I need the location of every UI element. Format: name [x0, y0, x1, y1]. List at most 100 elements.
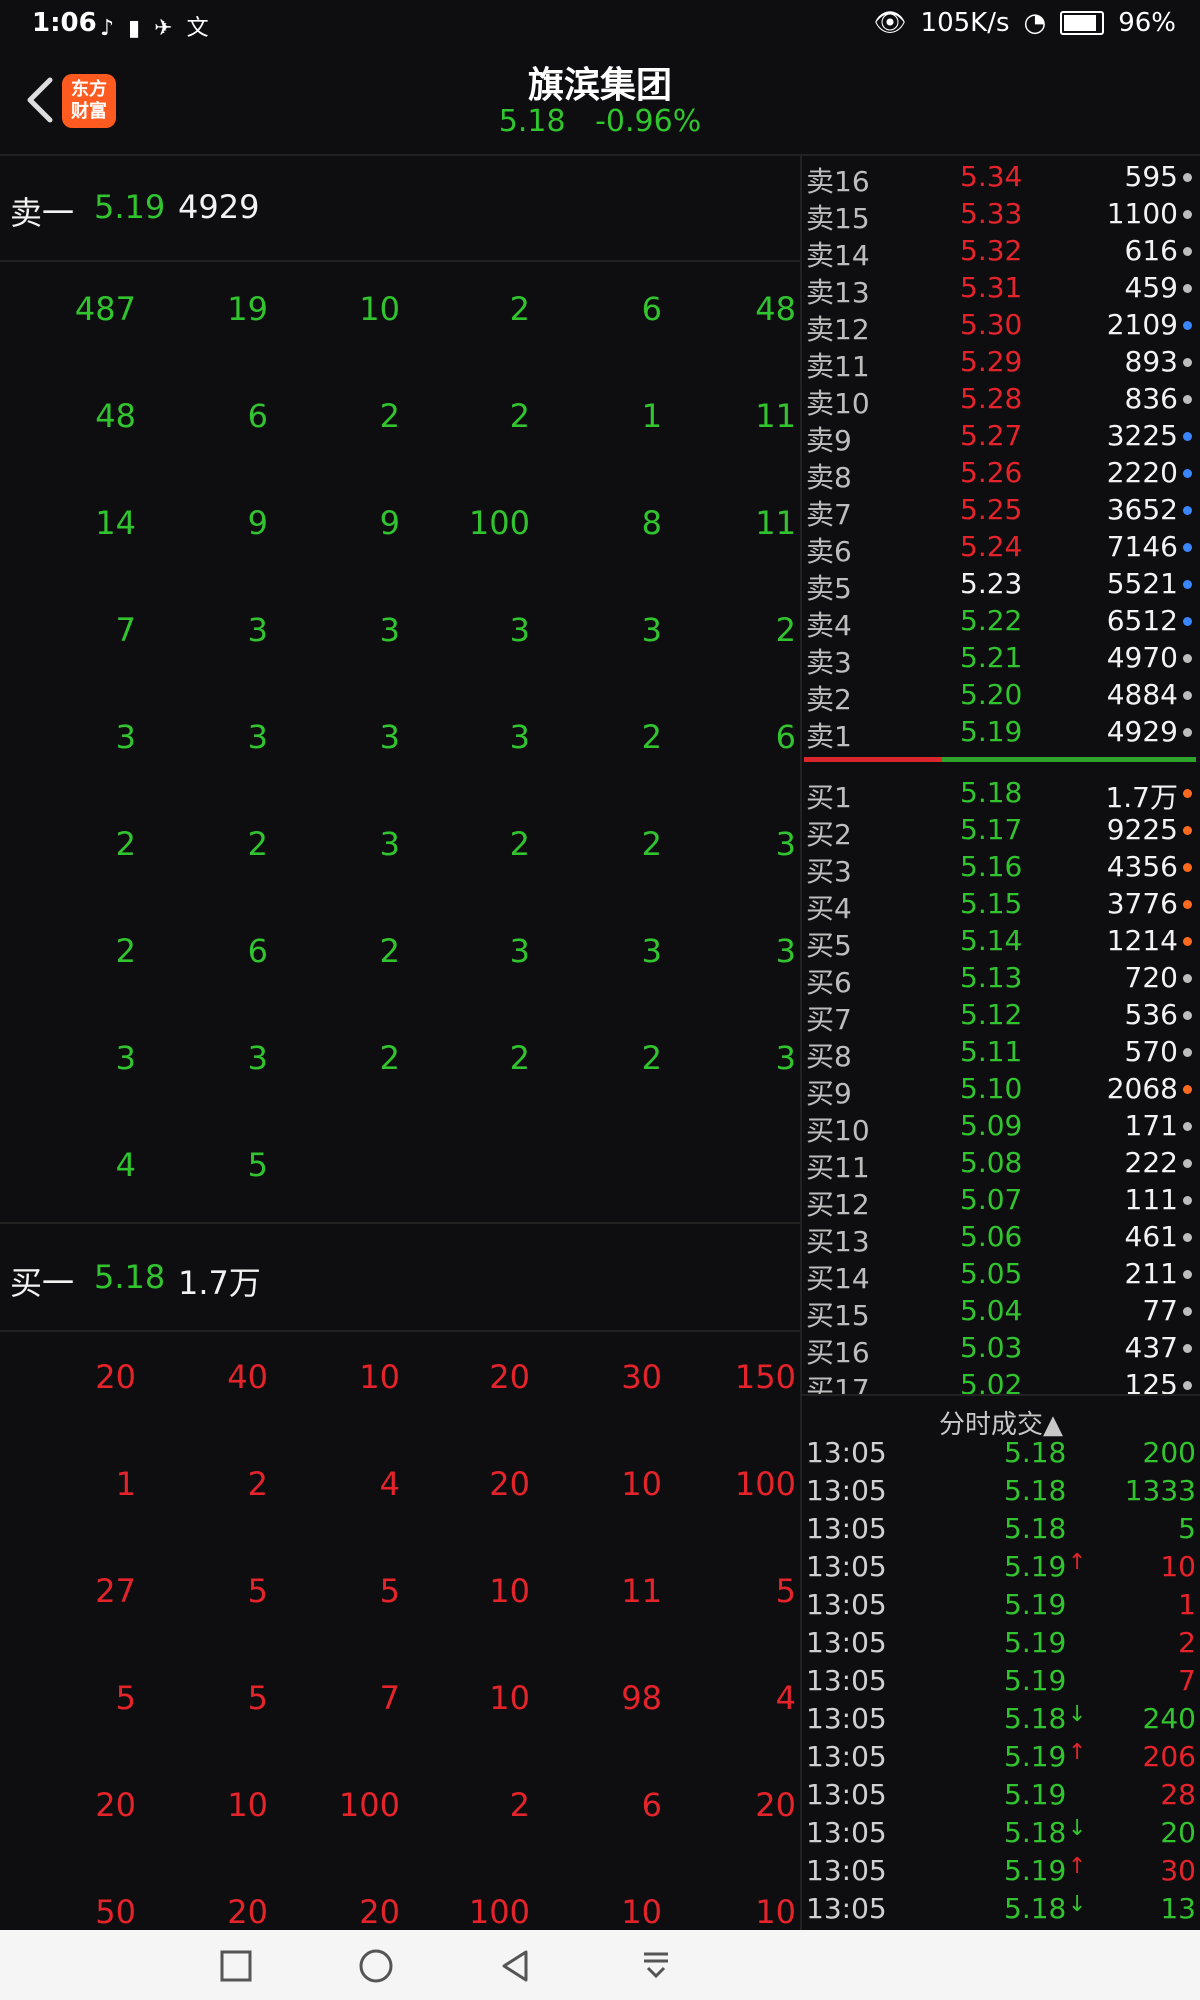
queue-cell: 20 [227, 1893, 268, 1930]
bid-row[interactable]: 买8 5.11 570 [802, 1033, 1200, 1073]
queue-cell: 10 [621, 1893, 662, 1930]
ask-row[interactable]: 卖9 5.27 3225 [802, 417, 1200, 457]
bid-row[interactable]: 买17 5.02 125 [802, 1366, 1200, 1396]
ask-row[interactable]: 卖14 5.32 616 [802, 232, 1200, 272]
bid-volume: 171 [1124, 1109, 1178, 1142]
bid-row[interactable]: 买11 5.08 222 [802, 1144, 1200, 1184]
bid-row[interactable]: 买14 5.05 211 [802, 1255, 1200, 1295]
queue-cell: 3 [509, 718, 530, 756]
ask-row[interactable]: 卖15 5.33 1100 [802, 195, 1200, 235]
bid-price: 5.13 [960, 961, 1023, 994]
trade-volume: 1333 [1124, 1474, 1196, 1507]
bid-row[interactable]: 买13 5.06 461 [802, 1218, 1200, 1258]
order-dot-icon [1183, 617, 1192, 626]
bid-row[interactable]: 买3 5.16 4356 [802, 848, 1200, 888]
bid-row[interactable]: 买7 5.12 536 [802, 996, 1200, 1036]
queue-cell: 20 [755, 1786, 796, 1824]
notification-pull-icon[interactable] [636, 1946, 676, 1986]
ask-row[interactable]: 卖12 5.30 2109 [802, 306, 1200, 346]
bid-row[interactable]: 买2 5.17 9225 [802, 811, 1200, 851]
trade-row: 13:05 5.19 2 [802, 1626, 1200, 1664]
trade-row: 13:05 5.19 ↑ 206 [802, 1740, 1200, 1778]
queue-cell: 4 [775, 1679, 796, 1717]
ask-row[interactable]: 卖2 5.20 4884 [802, 676, 1200, 716]
back-triangle-icon[interactable] [496, 1946, 536, 1986]
trade-direction-icon: ↑ [1068, 1854, 1087, 1879]
order-dot-icon [1183, 900, 1192, 909]
trade-price: 5.18 [1004, 1436, 1067, 1469]
order-dot-icon [1183, 974, 1192, 983]
bid-row[interactable]: 买9 5.10 2068 [802, 1070, 1200, 1110]
ask-row[interactable]: 卖16 5.34 595 [802, 158, 1200, 198]
trade-row: 13:05 5.19 ↑ 30 [802, 1854, 1200, 1892]
order-dot-icon [1183, 937, 1192, 946]
trade-time: 13:05 [806, 1474, 887, 1507]
ask-level-label: 卖12 [806, 313, 870, 346]
queue-cell: 2 [509, 1786, 530, 1824]
time-sales-panel[interactable]: 分时成交▲ 13:05 5.18 200 13:05 5.18 1333 13:05 5.18… [802, 1396, 1200, 1930]
ask-price: 5.23 [960, 567, 1023, 600]
queue-cell: 6 [247, 932, 268, 970]
home-circle-icon[interactable] [356, 1946, 396, 1986]
ask-row[interactable]: 卖8 5.26 2220 [802, 454, 1200, 494]
bid-price: 5.18 [960, 776, 1023, 809]
ask-volume: 3652 [1106, 493, 1178, 526]
queue-cell: 2 [115, 932, 136, 970]
ask-price: 5.34 [960, 160, 1023, 193]
bid-row[interactable]: 买15 5.04 77 [802, 1292, 1200, 1332]
bid-level-label: 买3 [806, 855, 852, 888]
buy-one-volume: 1.7万 [178, 1264, 261, 1302]
trade-volume: 2 [1178, 1626, 1196, 1659]
trade-direction-icon: ↑ [1068, 1550, 1087, 1575]
trade-volume: 206 [1142, 1740, 1196, 1773]
order-queue-panel[interactable]: 卖一 5.19 4929 487 19 10 2 6 48 48 6 2 2 1 11 14 9 9 100 8… [0, 154, 802, 1930]
trade-price: 5.18 [1004, 1512, 1067, 1545]
queue-cell: 2 [509, 825, 530, 863]
trade-volume: 28 [1160, 1778, 1196, 1811]
price-change: -0.96% [595, 104, 702, 139]
recents-square-icon[interactable] [216, 1946, 256, 1986]
queue-cell: 100 [468, 1893, 530, 1930]
bid-level-label: 买17 [806, 1373, 870, 1396]
ask-volume: 616 [1124, 234, 1178, 267]
bid-row[interactable]: 买4 5.15 3776 [802, 885, 1200, 925]
queue-cell: 48 [755, 290, 796, 328]
ask-row[interactable]: 卖11 5.29 893 [802, 343, 1200, 383]
ask-price: 5.25 [960, 493, 1023, 526]
bid-row[interactable]: 买16 5.03 437 [802, 1329, 1200, 1369]
queue-cell: 4 [115, 1146, 136, 1184]
bid-price: 5.11 [960, 1035, 1023, 1068]
bid-row[interactable]: 买5 5.14 1214 [802, 922, 1200, 962]
trade-volume: 240 [1142, 1702, 1196, 1735]
bid-row[interactable]: 买10 5.09 171 [802, 1107, 1200, 1147]
ask-row[interactable]: 卖7 5.25 3652 [802, 491, 1200, 531]
ask-level-label: 卖9 [806, 424, 852, 457]
ask-row[interactable]: 卖3 5.21 4970 [802, 639, 1200, 679]
queue-cell: 5 [379, 1572, 400, 1610]
status-time: 1:06 [32, 8, 97, 38]
bid-row[interactable]: 买6 5.13 720 [802, 959, 1200, 999]
bid-row[interactable]: 买1 5.18 1.7万 [802, 774, 1200, 814]
ask-row[interactable]: 卖4 5.22 6512 [802, 602, 1200, 642]
ask-volume: 1100 [1106, 197, 1178, 230]
queue-cell: 14 [95, 504, 136, 542]
ask-row[interactable]: 卖6 5.24 7146 [802, 528, 1200, 568]
order-dot-icon [1183, 863, 1192, 872]
bid-ask-ratio-bar [804, 757, 1196, 762]
trade-price: 5.19 [1004, 1626, 1067, 1659]
ask-row[interactable]: 卖1 5.19 4929 [802, 713, 1200, 753]
ask-row[interactable]: 卖10 5.28 836 [802, 380, 1200, 420]
queue-cell: 10 [489, 1572, 530, 1610]
ask-row[interactable]: 卖5 5.23 5521 [802, 565, 1200, 605]
ask-volume: 836 [1124, 382, 1178, 415]
queue-cell: 2 [641, 825, 662, 863]
ask-row[interactable]: 卖13 5.31 459 [802, 269, 1200, 309]
ask-price: 5.28 [960, 382, 1023, 415]
queue-cell: 2 [379, 397, 400, 435]
queue-cell: 6 [775, 718, 796, 756]
trade-row: 13:05 5.18 1333 [802, 1474, 1200, 1512]
bid-volume: 1214 [1106, 924, 1178, 957]
order-dot-icon [1183, 543, 1192, 552]
order-book[interactable]: 卖16 5.34 595 卖15 5.33 1100 卖14 5.32 616 卖13 5.31 45… [802, 154, 1200, 1396]
bid-row[interactable]: 买12 5.07 111 [802, 1181, 1200, 1221]
